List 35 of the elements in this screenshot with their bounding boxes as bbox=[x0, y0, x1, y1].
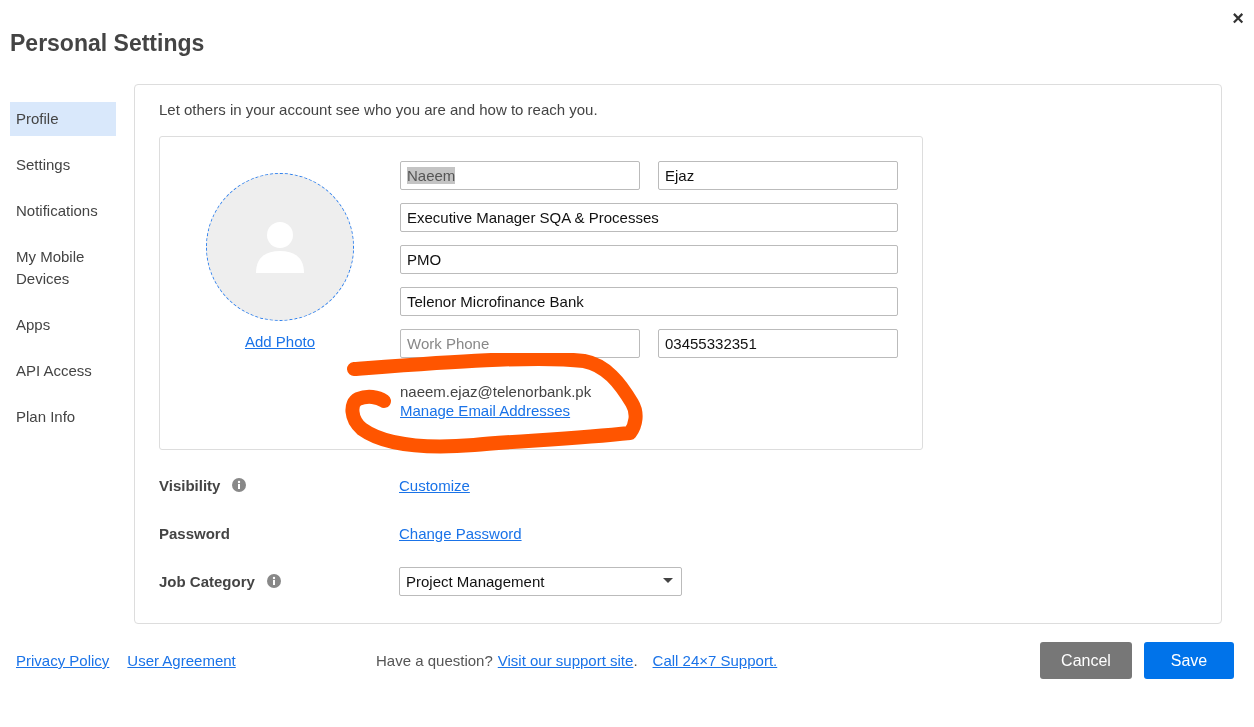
sidebar-item[interactable]: Apps bbox=[10, 308, 116, 342]
input-field[interactable]: Work Phone bbox=[400, 329, 640, 358]
footer-link[interactable]: Privacy Policy bbox=[16, 652, 110, 669]
settings-link[interactable]: Change Password bbox=[399, 524, 522, 542]
input-field[interactable]: Ejaz bbox=[658, 161, 898, 190]
field-label: Password bbox=[159, 524, 230, 542]
sidebar-item[interactable]: My Mobile Devices bbox=[10, 240, 116, 296]
input-field[interactable]: Telenor Microfinance Bank bbox=[400, 287, 898, 316]
add-photo-link[interactable]: Add Photo bbox=[244, 333, 316, 350]
settings-link[interactable]: Customize bbox=[399, 476, 470, 494]
field-label: Job Category bbox=[159, 572, 255, 590]
sidebar-item[interactable]: Notifications bbox=[10, 194, 116, 228]
email-address: naeem.ejaz@telenorbank.pk bbox=[400, 383, 592, 400]
input-field[interactable]: Naeem bbox=[400, 161, 640, 190]
window-title: Personal Settings bbox=[10, 30, 205, 57]
support-link[interactable]: Visit our support site bbox=[497, 652, 634, 669]
input-field[interactable]: 03455332351 bbox=[658, 329, 898, 358]
intro-text: Let others in your account see who you are and how to reach you. bbox=[159, 101, 599, 118]
caret-icon bbox=[663, 578, 673, 584]
sidebar-item[interactable]: Settings bbox=[10, 148, 116, 182]
input-field[interactable]: Executive Manager SQA & Processes bbox=[400, 203, 898, 232]
input-field[interactable]: PMO bbox=[400, 245, 898, 274]
footer-link[interactable]: User Agreement bbox=[127, 652, 236, 669]
cancel-button[interactable]: Cancel bbox=[1040, 642, 1132, 679]
dropdown[interactable]: Project Management bbox=[399, 566, 682, 596]
call-support-link[interactable]: Call 24×7 Support. bbox=[652, 652, 778, 669]
field-label: Visibility bbox=[159, 476, 221, 494]
question-text: Have a question? bbox=[376, 652, 493, 669]
sidebar-item[interactable]: Plan Info bbox=[10, 400, 116, 434]
period-text: . bbox=[633, 652, 638, 669]
close-button[interactable]: × bbox=[1232, 8, 1244, 28]
sidebar-item[interactable]: API Access bbox=[10, 354, 116, 388]
sidebar-item[interactable]: Profile bbox=[10, 102, 116, 136]
manage-email-link[interactable]: Manage Email Addresses bbox=[400, 402, 571, 419]
save-button[interactable]: Save bbox=[1144, 642, 1234, 679]
